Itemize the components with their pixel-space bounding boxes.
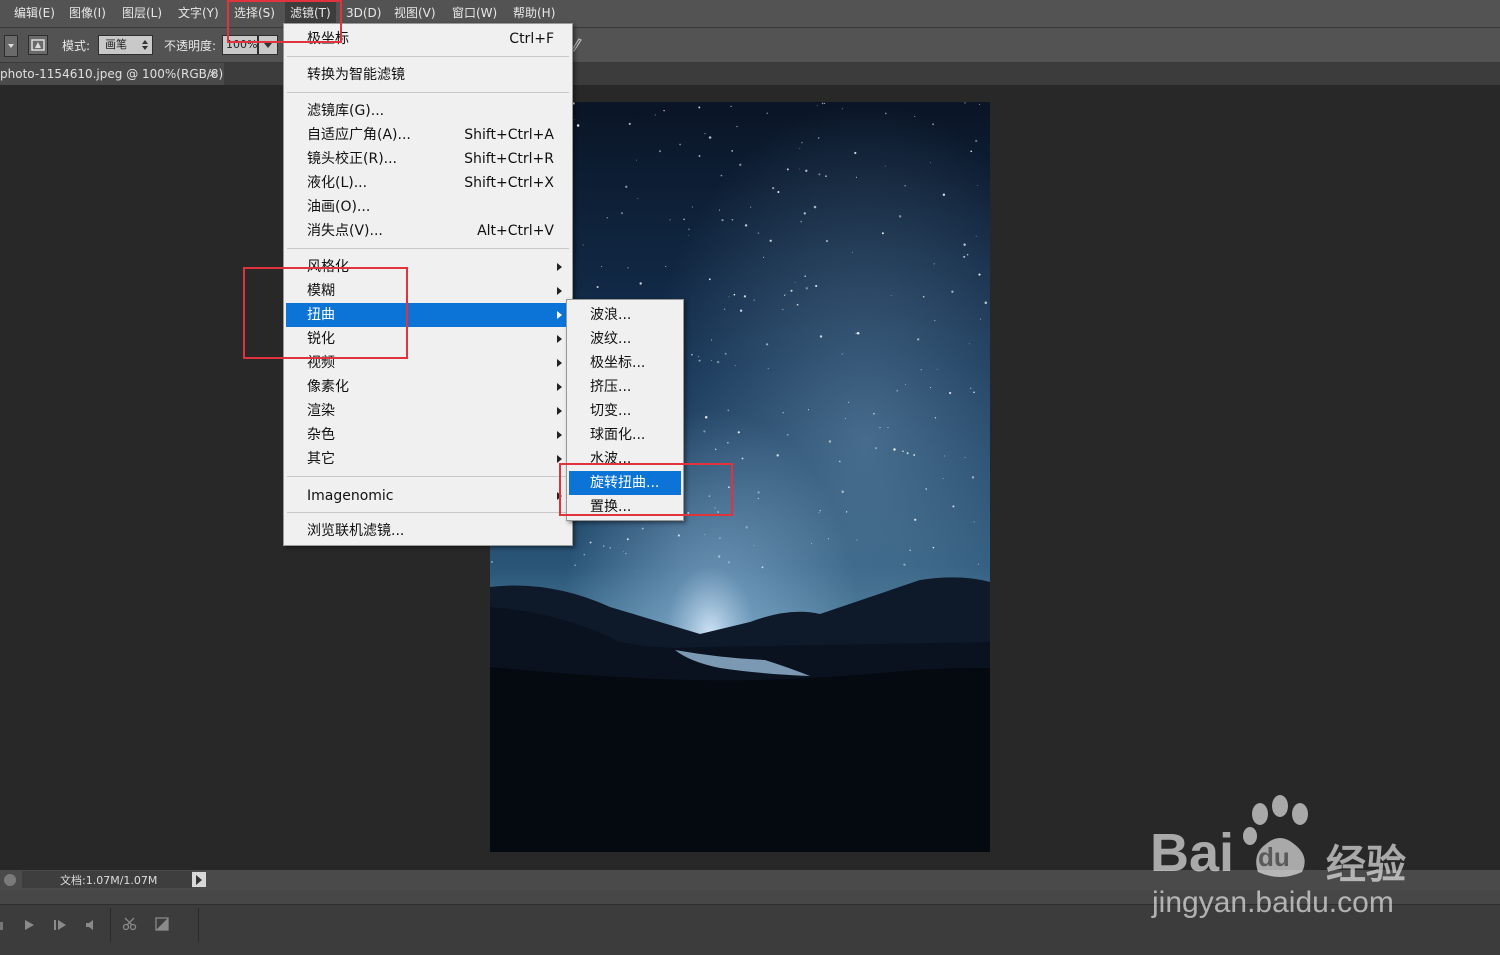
baidu-jingyan-watermark: Bai du 经验 jingyan.baidu.com [1150, 790, 1440, 930]
watermark-paw-text: du [1258, 842, 1290, 872]
mode-label: 模式: [62, 39, 91, 53]
status-info-icon[interactable] [4, 874, 16, 886]
menu-image[interactable]: 图像(I) [64, 0, 111, 27]
opacity-label: 不透明度: [164, 39, 217, 53]
menu-item-render[interactable]: 渲染 [286, 399, 570, 423]
watermark-brand-left: Bai [1150, 823, 1235, 883]
menu-item-pixelate[interactable]: 像素化 [286, 375, 570, 399]
submenu-arrow-icon [557, 287, 562, 295]
close-icon[interactable]: × [208, 63, 217, 85]
menu-separator [287, 92, 569, 93]
chevron-down-icon [264, 43, 272, 48]
menu-item-browse-online-filters[interactable]: 浏览联机滤镜... [286, 519, 570, 543]
document-tab-title: photo-1154610.jpeg @ 100%(RGB/8) [0, 67, 224, 81]
chevron-down-icon [8, 44, 14, 48]
menu-item-vanishing-point[interactable]: 消失点(V)... Alt+Ctrl+V [286, 219, 570, 243]
brush-panel-icon [31, 39, 45, 51]
go-first-icon[interactable] [0, 922, 3, 930]
document-tab[interactable]: photo-1154610.jpeg @ 100%(RGB/8) × [0, 63, 224, 85]
annotation-box-distort [243, 267, 408, 359]
submenu-arrow-icon [557, 407, 562, 415]
annotation-box-twirl [559, 463, 733, 516]
menu-item-convert-smart-filter[interactable]: 转换为智能滤镜 [286, 63, 570, 87]
play-arrow-icon [196, 875, 202, 885]
menu-bar: 编辑(E) 图像(I) 图层(L) 文字(Y) 选择(S) 滤镜(T) 3D(D… [0, 0, 1500, 28]
audio-icon[interactable] [84, 919, 96, 931]
menu-layer[interactable]: 图层(L) [117, 0, 167, 27]
doc-size-field: 文档:1.07M/1.07M [22, 871, 192, 888]
menu-item-oil-paint[interactable]: 油画(O)... [286, 195, 570, 219]
annotation-box-filter-menu [227, 0, 342, 43]
menu-item-imagenomic[interactable]: Imagenomic [286, 484, 570, 508]
menu-edit[interactable]: 编辑(E) [9, 0, 60, 27]
brush-panel-button[interactable] [28, 35, 48, 55]
submenu-arrow-icon [557, 455, 562, 463]
watermark-url: jingyan.baidu.com [1152, 886, 1394, 919]
transition-icon[interactable] [155, 917, 169, 931]
submenu-item-pinch[interactable]: 挤压... [569, 375, 681, 399]
menu-type[interactable]: 文字(Y) [173, 0, 224, 27]
menu-separator [287, 56, 569, 57]
menu-separator [287, 512, 569, 513]
submenu-item-polar-coordinates[interactable]: 极坐标... [569, 351, 681, 375]
submenu-arrow-icon [557, 263, 562, 271]
toolbar-divider [198, 908, 199, 942]
mode-value: 画笔 [105, 38, 127, 51]
watermark-brand-right: 经验 [1326, 842, 1406, 888]
submenu-arrow-icon [557, 335, 562, 343]
options-bar: 模式: 画笔 不透明度: 100% [0, 28, 1500, 63]
menu-item-liquify[interactable]: 液化(L)... Shift+Ctrl+X [286, 171, 570, 195]
mode-select[interactable]: 画笔 [98, 35, 153, 55]
submenu-item-wave[interactable]: 波浪... [569, 303, 681, 327]
menu-item-noise[interactable]: 杂色 [286, 423, 570, 447]
submenu-item-ripple[interactable]: 波纹... [569, 327, 681, 351]
menu-separator [287, 476, 569, 477]
step-forward-icon[interactable] [53, 919, 69, 931]
doc-size-text: 文档:1.07M/1.07M [60, 874, 158, 887]
submenu-item-shear[interactable]: 切变... [569, 399, 681, 423]
submenu-arrow-icon [557, 359, 562, 367]
submenu-arrow-icon [557, 383, 562, 391]
updown-icon [142, 40, 148, 50]
play-icon[interactable] [23, 919, 37, 931]
scissors-icon[interactable] [122, 917, 138, 931]
menu-item-other[interactable]: 其它 [286, 447, 570, 471]
submenu-item-spherize[interactable]: 球面化... [569, 423, 681, 447]
toolbar-divider [110, 908, 111, 942]
submenu-arrow-icon [557, 431, 562, 439]
document-tab-bar [0, 63, 1500, 85]
menu-item-adaptive-wide-angle[interactable]: 自适应广角(A)... Shift+Ctrl+A [286, 123, 570, 147]
status-menu-button[interactable] [192, 872, 206, 887]
menu-separator [287, 248, 569, 249]
submenu-arrow-icon [557, 311, 562, 319]
menu-item-lens-correction[interactable]: 镜头校正(R)... Shift+Ctrl+R [286, 147, 570, 171]
menu-item-filter-gallery[interactable]: 滤镜库(G)... [286, 99, 570, 123]
tool-preset-picker[interactable] [4, 35, 18, 57]
